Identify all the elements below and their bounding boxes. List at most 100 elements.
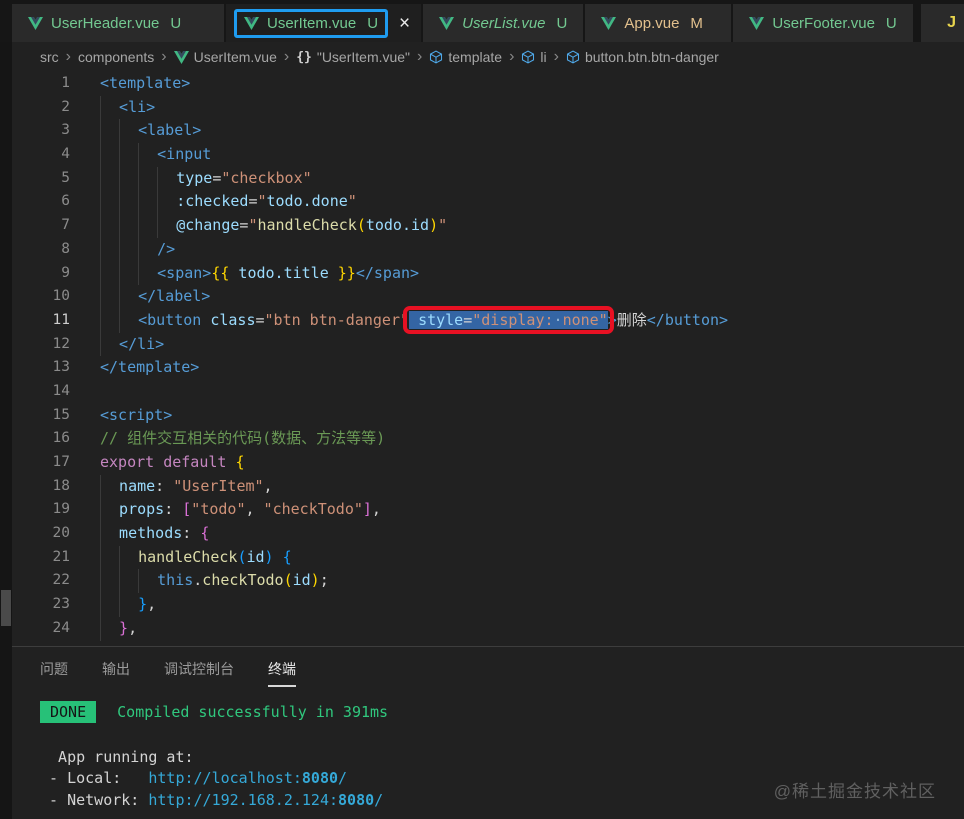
code-token: ) — [264, 547, 274, 566]
tab-useritem[interactable]: UserItem.vue U × — [226, 4, 422, 42]
code-line[interactable]: 9 <span>{{ todo.title }}</span> — [12, 261, 964, 286]
selection-red-annotation-box: style="display:·none" — [409, 310, 608, 329]
code-text: <script> — [70, 404, 172, 428]
code-token: </template> — [100, 358, 200, 377]
left-gutter-strip — [0, 42, 12, 819]
code-line[interactable]: 14 — [12, 380, 964, 404]
code-line[interactable]: 8 /> — [12, 237, 964, 262]
code-token: todo.title — [238, 263, 329, 282]
breadcrumb-item[interactable]: {} "UserItem.vue" — [296, 49, 410, 65]
indent-guide — [157, 166, 176, 191]
indent-guide — [100, 569, 119, 594]
breadcrumb-item[interactable]: template — [429, 49, 502, 65]
indent-guide — [100, 545, 119, 570]
code-line[interactable]: 21 handleCheck(id) { — [12, 545, 964, 570]
terminal-url-link[interactable]: http://192.168.2.124:8080/ — [148, 791, 383, 809]
tab-app[interactable]: App.vue M — [585, 4, 732, 42]
breadcrumb-item[interactable]: src — [40, 49, 59, 65]
breadcrumb-separator-icon: › — [161, 48, 167, 65]
indent-guide — [138, 143, 157, 167]
terminal-url-link[interactable]: http://localhost:8080/ — [148, 769, 347, 787]
code-line[interactable]: 3 <label> — [12, 119, 964, 144]
code-line[interactable]: 16 // 组件交互相关的代码(数据、方法等等) — [12, 427, 964, 451]
done-badge: DONE — [40, 701, 97, 723]
vscode-window: UserHeader.vue U UserItem.vue U × UserList.vu… — [0, 0, 964, 819]
breadcrumb-separator-icon: › — [65, 48, 71, 65]
code-line[interactable]: 2 <li> — [12, 95, 964, 120]
close-icon[interactable]: × — [399, 14, 410, 33]
code-token: export — [100, 453, 155, 471]
indent-guide — [100, 474, 119, 499]
code-token: style — [418, 310, 464, 329]
git-status-badge: U — [885, 14, 897, 32]
breadcrumb-label: li — [540, 49, 547, 65]
code-line[interactable]: 6:checked="todo.done" — [12, 190, 964, 215]
code-line[interactable]: 4 <input — [12, 143, 964, 167]
tab-label: UserList.vue — [462, 14, 546, 32]
code-token: <script> — [100, 405, 173, 424]
terminal-line: App running at: — [40, 747, 964, 769]
code-text: </template> — [70, 356, 199, 380]
url-port: 8080 — [301, 769, 339, 787]
tab-js-partial[interactable]: J — [921, 4, 964, 42]
code-token: /> — [157, 239, 176, 258]
code-token: :checked — [176, 192, 249, 211]
code-editor[interactable]: 1 <template> 2 <li> 3 <label> 4 <input 5 type="ch… — [12, 72, 964, 646]
code-token: ] — [362, 500, 372, 519]
code-line[interactable]: 20 methods: { — [12, 522, 964, 546]
code-token: . — [193, 571, 203, 590]
code-token: </li> — [119, 334, 165, 353]
tab-content: J — [947, 14, 956, 32]
line-number: 6 — [61, 193, 70, 210]
code-line[interactable]: 12 </li> — [12, 332, 964, 357]
tab-userheader[interactable]: UserHeader.vue U — [12, 4, 224, 42]
code-text: methods: { — [70, 522, 209, 546]
code-token: none" — [562, 310, 608, 329]
indent-guide — [119, 569, 138, 594]
breadcrumb: src › components › UserItem.vue › {} "UserItem.… — [12, 42, 964, 72]
breadcrumb-item[interactable]: UserItem.vue — [173, 49, 277, 65]
breadcrumb-item[interactable]: button.btn.btn-danger — [566, 49, 719, 65]
code-line[interactable]: 5 type="checkbox" — [12, 166, 964, 191]
indent-guide — [100, 237, 119, 262]
code-text: props: ["todo", "checkTodo"], — [70, 498, 381, 523]
code-line[interactable]: 18 name: "UserItem", — [12, 474, 964, 499]
tab-userfooter[interactable]: UserFooter.vue U — [733, 4, 913, 42]
code-line[interactable]: 15 <script> — [12, 404, 964, 428]
indent-guide — [119, 214, 138, 238]
code-line[interactable]: 17 export default { — [12, 451, 964, 475]
code-line[interactable]: 22 this.checkTodo(id); — [12, 569, 964, 594]
breadcrumb-item[interactable]: li — [521, 49, 547, 65]
code-text: name: "UserItem", — [70, 474, 273, 499]
indent-guide — [119, 308, 138, 333]
code-text: /> — [70, 237, 176, 262]
tab-label: App.vue — [624, 14, 680, 32]
breadcrumb-separator-icon: › — [553, 48, 559, 65]
tab-userlist[interactable]: UserList.vue U — [423, 4, 584, 42]
code-token: <span> — [157, 263, 212, 282]
code-text: type="checkbox" — [70, 166, 312, 191]
code-line[interactable]: 10 </label> — [12, 285, 964, 309]
indent-guide — [119, 285, 138, 309]
panel-tab-debug-console[interactable]: 调试控制台 — [164, 659, 234, 687]
panel-tab-problems[interactable]: 问题 — [40, 659, 68, 687]
code-line[interactable]: 23}, — [12, 593, 964, 617]
line-number: 3 — [61, 122, 70, 139]
panel-tab-terminal[interactable]: 终端 — [268, 659, 296, 687]
code-line[interactable]: 7 @change="handleCheck(todo.id)" — [12, 214, 964, 238]
code-token: props — [119, 500, 165, 519]
code-line[interactable]: 24}, — [12, 616, 964, 641]
breadcrumb-item[interactable]: components — [78, 49, 154, 65]
line-number: 15 — [52, 406, 70, 423]
code-line[interactable]: 13 </template> — [12, 356, 964, 380]
tab-label: UserHeader.vue — [51, 14, 160, 32]
code-line[interactable]: 11 <button class="btn btn-danger" style="… — [12, 308, 964, 333]
code-line[interactable]: 1 <template> — [12, 72, 964, 96]
scrollbar-thumb[interactable] — [1, 590, 11, 626]
code-text: handleCheck(id) { — [70, 545, 292, 570]
git-status-badge: U — [170, 14, 182, 32]
panel-tab-output[interactable]: 输出 — [102, 659, 130, 687]
code-token: : — [155, 476, 174, 495]
code-token: </span> — [355, 263, 420, 282]
code-line[interactable]: 19 props: ["todo", "checkTodo"], — [12, 498, 964, 523]
